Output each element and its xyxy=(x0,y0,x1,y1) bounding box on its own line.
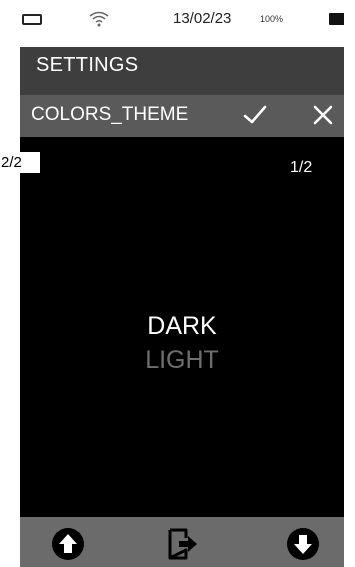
close-icon[interactable] xyxy=(309,101,337,129)
option-light[interactable]: LIGHT xyxy=(20,346,344,375)
subheader: COLORS_THEME xyxy=(20,95,344,137)
battery-percent: 100% xyxy=(260,14,284,24)
status-date: 13/02/23 xyxy=(173,10,232,27)
exit-icon[interactable] xyxy=(166,527,200,561)
option-dark[interactable]: DARK xyxy=(20,312,344,341)
page-badge: 2/2 xyxy=(0,152,40,173)
page-indicator: 1/2 xyxy=(290,159,313,176)
setting-label: COLORS_THEME xyxy=(31,104,189,125)
check-icon[interactable] xyxy=(241,101,269,129)
header: SETTINGS xyxy=(20,47,344,95)
arrow-up-circle-icon[interactable] xyxy=(51,527,85,561)
bottom-nav-bar xyxy=(20,517,344,567)
options-panel: 1/2 DARK LIGHT xyxy=(20,137,344,517)
battery-full-icon xyxy=(329,13,344,25)
wifi-icon xyxy=(89,11,109,27)
page-title: SETTINGS xyxy=(36,54,139,76)
battery-outline-icon xyxy=(22,14,42,25)
status-bar: 13/02/23 100% xyxy=(20,0,344,47)
arrow-down-circle-icon[interactable] xyxy=(286,527,320,561)
device-screen: 13/02/23 100% SETTINGS COLORS_THEME 1/2 … xyxy=(20,0,344,567)
